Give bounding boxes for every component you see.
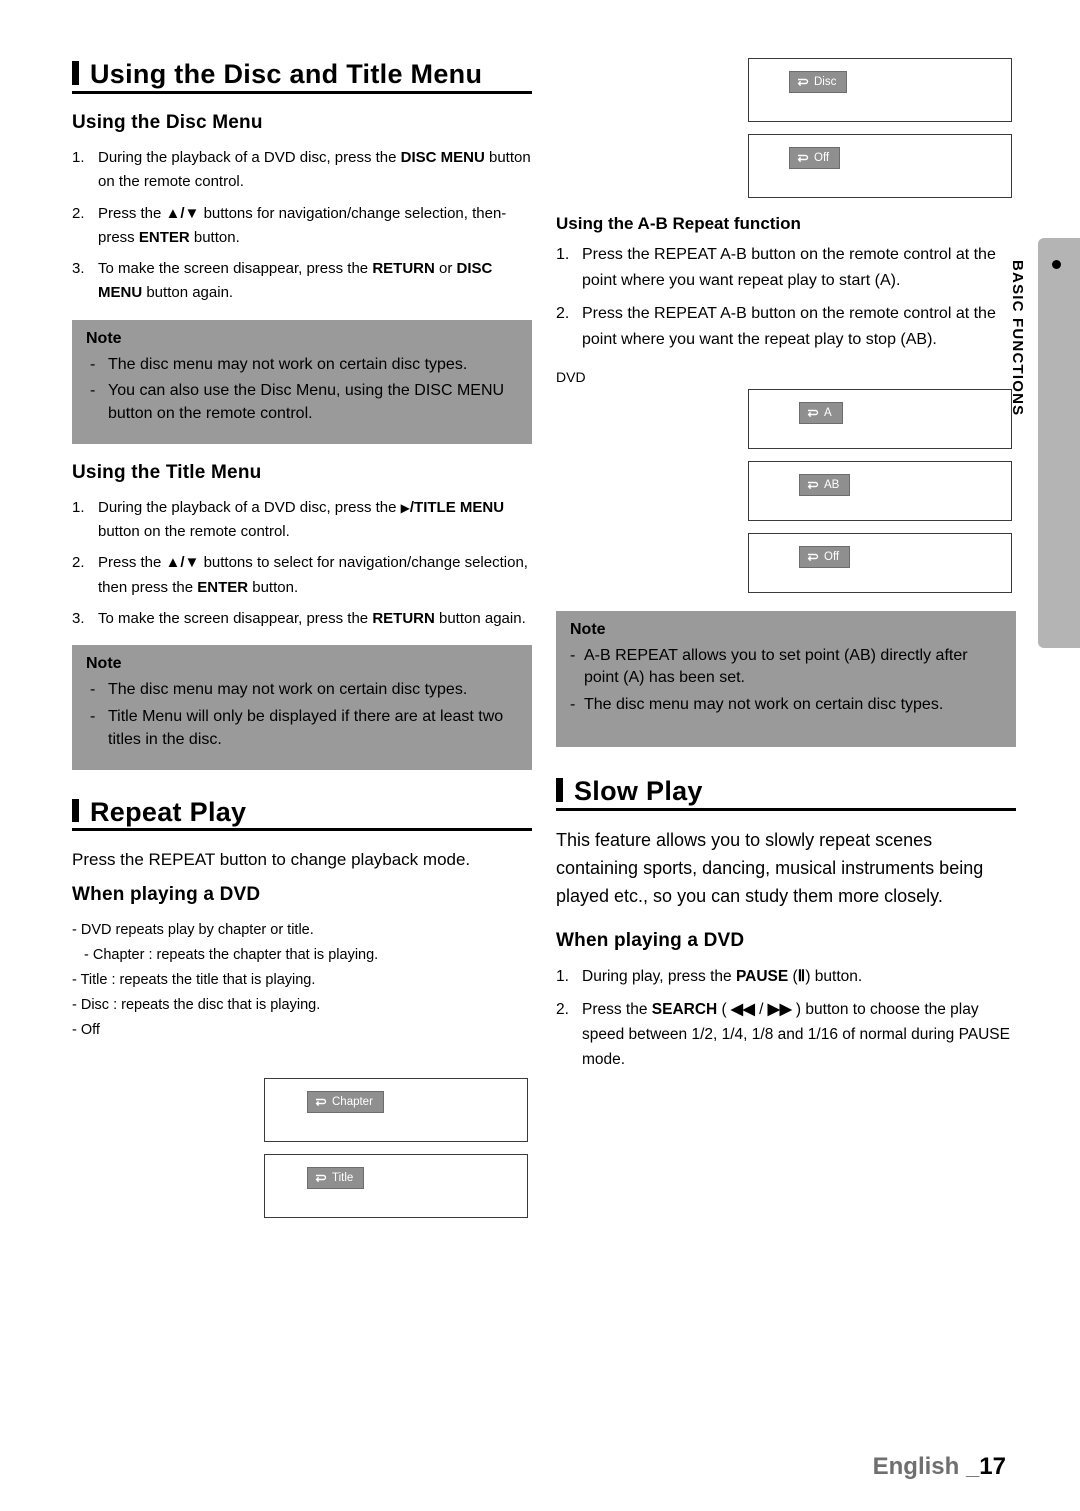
ab-repeat-steps: 1. Press the REPEAT A-B button on the rem… [556, 242, 1016, 353]
bullet-dot-icon [1052, 260, 1061, 269]
title-menu-steps: 1. During the playback of a DVD disc, pre… [72, 496, 532, 631]
repeat-icon [796, 153, 809, 163]
side-tab-label: BASIC FUNCTIONS [1009, 260, 1026, 417]
osd-chip-off: Off [789, 147, 841, 169]
heading-ab-repeat: Using the A-B Repeat function [556, 214, 801, 233]
repeat-icon [806, 552, 819, 562]
list-item: - Disc : repeats the disc that is playin… [72, 996, 321, 1013]
page-title: Using the Disc and Title Menu [72, 58, 532, 94]
list-item: 1. During the playback of a DVD disc, pre… [72, 148, 531, 191]
heading-using-title-menu: Using the Title Menu [72, 461, 262, 483]
repeat-icon [806, 480, 819, 490]
document-page: Using the Disc and Title Menu Using the … [0, 0, 1080, 1511]
page-footer: English _17 [873, 1453, 1006, 1481]
osd-chip-off: Off [799, 545, 851, 568]
disc-menu-steps: 1. During the playback of a DVD disc, pre… [72, 146, 532, 306]
side-tab-basic-functions: BASIC FUNCTIONS [1009, 238, 1080, 648]
osd-chip-label: Title [332, 1172, 354, 1185]
list-item: - DVD repeats play by chapter or title. [72, 921, 314, 938]
osd-chip-label: Chapter [332, 1096, 373, 1109]
list-item: 2. Press the SEARCH ( ◀◀ / ▶▶ ) button to… [556, 1000, 1010, 1068]
list-item: - Chapter : repeats the chapter that is … [84, 946, 379, 963]
osd-screen-disc: Disc [748, 58, 1012, 122]
note-item: The disc menu may not work on certain di… [86, 354, 518, 377]
list-item: 1. During play, press the PAUSE (Ⅱ) butto… [556, 968, 863, 986]
repeat-osd-group-top: Disc Off [556, 58, 1016, 198]
list-item: 2. Press the ▲/▼ buttons to select for na… [72, 554, 528, 596]
slow-play-steps: 1. During play, press the PAUSE (Ⅱ) butto… [556, 964, 1016, 1071]
ab-repeat-osd-group: A AB Off [556, 388, 1016, 593]
osd-chip-disc: Disc [789, 71, 848, 93]
note-box-disc-menu: Note The disc menu may not work on certa… [72, 319, 532, 444]
osd-chip-label: A [824, 406, 832, 419]
left-column: Using the Disc and Title Menu Using the … [72, 58, 532, 1230]
osd-chip-label: Off [814, 152, 830, 164]
note-title: Note [86, 655, 122, 673]
list-item: 2. Press the ▲/▼ buttons for navigation/c… [72, 204, 507, 246]
osd-screen-ab: AB [748, 460, 1012, 521]
slow-play-intro: This feature allows you to slowly repeat… [556, 829, 984, 906]
osd-chip-ab: AB [799, 473, 851, 496]
note-box-ab-repeat: Note A-B REPEAT allows you to set point … [556, 610, 1016, 747]
note-title: Note [86, 329, 122, 347]
repeat-play-intro: Press the REPEAT button to change playba… [72, 850, 471, 870]
section-title-repeat-play: Repeat Play [72, 796, 532, 832]
repeat-osd-group: Chapter Title [72, 1078, 532, 1219]
osd-chip-a: A [799, 401, 843, 424]
note-item: The disc menu may not work on certain di… [86, 679, 518, 702]
heading-when-playing-dvd-slow: When playing a DVD [556, 930, 745, 952]
osd-screen-a: A [748, 388, 1012, 449]
list-item: 1. During the playback of a DVD disc, pre… [72, 498, 505, 541]
list-item: 3. To make the screen disappear, press th… [72, 260, 493, 302]
list-item: 2. Press the REPEAT A-B button on the rem… [556, 304, 996, 348]
footer-language: English _ [872, 1453, 980, 1480]
repeat-icon [806, 408, 819, 418]
section-title-slow-play: Slow Play [556, 775, 1016, 811]
note-item: A-B REPEAT allows you to set point (AB) … [570, 645, 1002, 690]
repeat-icon [314, 1173, 327, 1183]
footer-page-number: 17 [979, 1453, 1006, 1480]
heading-when-playing-dvd-repeat: When playing a DVD [72, 883, 261, 905]
list-item: - Off [72, 1021, 100, 1038]
osd-screen-title: Title [264, 1154, 528, 1219]
osd-screen-chapter: Chapter [264, 1078, 528, 1143]
osd-screen-off: Off [748, 134, 1012, 198]
note-item: The disc menu may not work on certain di… [570, 694, 1002, 717]
heading-using-disc-menu: Using the Disc Menu [72, 111, 263, 133]
osd-chip-label: AB [824, 478, 840, 491]
osd-chip-chapter: Chapter [307, 1091, 384, 1114]
list-item: - Title : repeats the title that is play… [72, 971, 316, 988]
note-title: Note [570, 620, 606, 638]
osd-chip-label: Off [824, 550, 840, 563]
list-item: 1. Press the REPEAT A-B button on the rem… [556, 246, 996, 289]
repeat-icon [314, 1097, 327, 1107]
repeat-icon [796, 77, 809, 87]
osd-chip-title: Title [307, 1167, 365, 1190]
list-item: 3. To make the screen disappear, press th… [72, 610, 526, 628]
osd-screen-off-ab: Off [748, 532, 1012, 593]
note-item: You can also use the Disc Menu, using th… [86, 380, 518, 425]
note-item: Title Menu will only be displayed if the… [86, 706, 518, 751]
right-column: Disc Off Using the A-B Repeat function 1… [556, 58, 1016, 1079]
osd-chip-label: Disc [814, 76, 837, 88]
note-box-title-menu: Note The disc menu may not work on certa… [72, 645, 532, 770]
osd-group-label-dvd: DVD [556, 368, 586, 385]
repeat-play-modes: - DVD repeats play by chapter or title. … [72, 918, 532, 1043]
